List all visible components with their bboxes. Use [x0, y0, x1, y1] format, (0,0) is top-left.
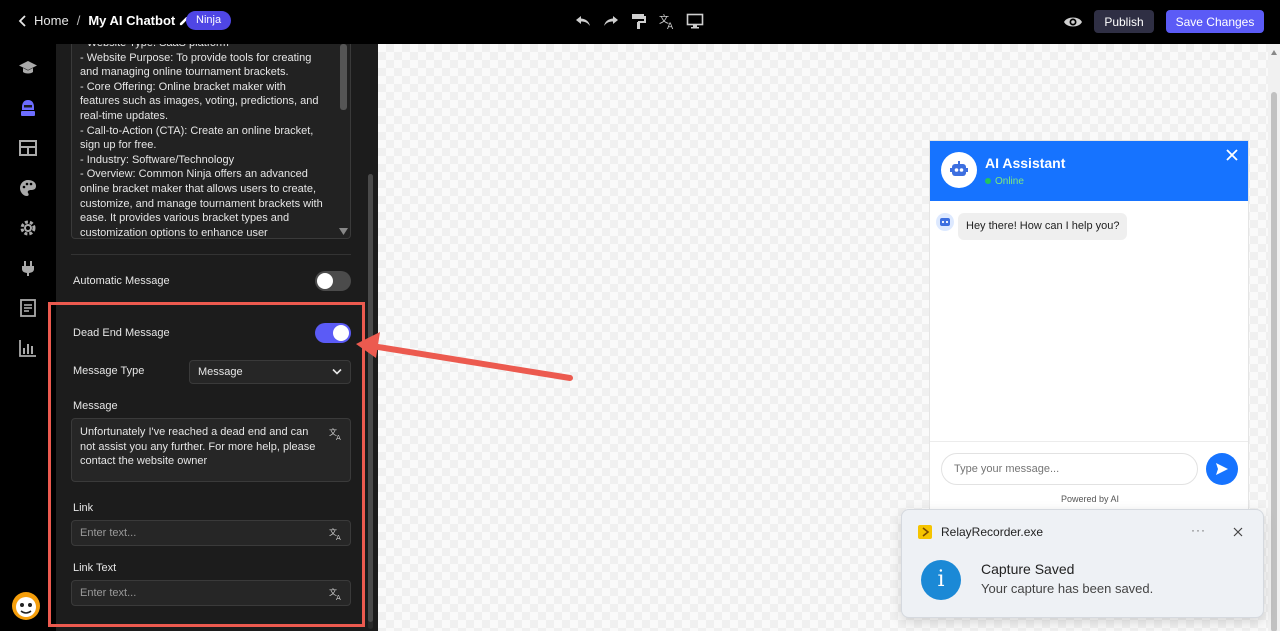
svg-text:A: A: [336, 594, 341, 600]
message-type-value: Message: [198, 366, 243, 378]
canvas-scrollbar[interactable]: [1268, 44, 1280, 631]
message-type-select[interactable]: Message: [189, 360, 351, 384]
dead-end-message-label: Dead End Message: [73, 327, 170, 339]
chevron-down-icon: [332, 368, 342, 375]
graduation-cap-icon[interactable]: [18, 58, 38, 78]
analytics-icon[interactable]: [18, 338, 38, 358]
section-divider: [71, 254, 351, 255]
link-input[interactable]: Enter text... 文A: [71, 520, 351, 546]
dead-end-message-textarea[interactable]: Unfortunately I've reached a dead end an…: [71, 418, 351, 482]
translate-icon[interactable]: 文A: [329, 586, 343, 600]
toast-app-name: RelayRecorder.exe: [941, 525, 1044, 539]
send-icon: [1216, 463, 1228, 475]
message-label: Message: [73, 400, 118, 412]
scroll-up-arrow-icon[interactable]: [1271, 50, 1277, 55]
eye-icon[interactable]: [1063, 12, 1083, 32]
bot-avatar: [941, 152, 977, 188]
desktop-preview-icon[interactable]: [686, 12, 704, 30]
description-scrollbar[interactable]: [340, 44, 347, 110]
paint-format-icon[interactable]: [630, 12, 648, 30]
save-changes-button[interactable]: Save Changes: [1166, 10, 1264, 33]
automatic-message-toggle[interactable]: [315, 271, 351, 291]
toast-body: Your capture has been saved.: [981, 581, 1154, 596]
dead-end-message-toggle[interactable]: [315, 323, 351, 343]
automatic-message-label: Automatic Message: [73, 275, 170, 287]
online-dot: [985, 178, 991, 184]
close-icon[interactable]: [1226, 149, 1238, 161]
link-text-placeholder: Enter text...: [80, 587, 137, 599]
app-icon: [918, 525, 932, 539]
svg-text:A: A: [336, 534, 341, 540]
robot-icon: [940, 218, 950, 226]
link-text-input[interactable]: Enter text... 文A: [71, 580, 351, 606]
link-placeholder: Enter text...: [80, 527, 137, 539]
chat-message-input[interactable]: [941, 453, 1198, 485]
breadcrumb-separator: /: [76, 13, 81, 28]
form-icon[interactable]: [18, 298, 38, 318]
breadcrumb: Home / My AI Chatbot: [16, 13, 190, 28]
svg-text:A: A: [336, 434, 341, 440]
redo-icon[interactable]: [602, 12, 620, 30]
palette-icon[interactable]: [18, 178, 38, 198]
message-type-label: Message Type: [73, 365, 145, 377]
editor-toolbar: 文A: [574, 12, 704, 32]
chat-status-text: Online: [995, 176, 1024, 187]
translate-icon[interactable]: 文A: [329, 526, 343, 540]
user-avatar[interactable]: [12, 592, 40, 620]
chat-header: AI Assistant Online: [930, 141, 1248, 201]
undo-icon[interactable]: [574, 12, 592, 30]
dead-end-message-text: Unfortunately I've reached a dead end an…: [80, 426, 316, 468]
settings-panel: - Website Type: SaaS platform - Website …: [56, 44, 378, 631]
sidebar-rail: [0, 44, 56, 631]
chat-widget: AI Assistant Online Hey there! How can I…: [929, 140, 1249, 518]
link-label: Link: [73, 502, 94, 514]
chevron-left-icon[interactable]: [16, 14, 30, 28]
website-description-textarea[interactable]: - Website Type: SaaS platform - Website …: [71, 44, 351, 239]
info-icon: i: [921, 560, 961, 600]
top-bar: Home / My AI Chatbot Ninja 文A Publish Sa…: [0, 0, 1280, 44]
chat-status: Online: [985, 176, 1024, 187]
translate-icon[interactable]: 文A: [658, 12, 676, 32]
close-icon[interactable]: [1233, 527, 1243, 537]
chat-input-divider: [930, 441, 1248, 442]
ninja-icon[interactable]: [18, 98, 38, 118]
plan-badge: Ninja: [186, 11, 232, 30]
widget-title[interactable]: My AI Chatbot: [88, 13, 175, 28]
panel-scroll-thumb[interactable]: [368, 174, 373, 622]
powered-by-text: Powered by AI: [1060, 494, 1120, 504]
settings-icon[interactable]: [18, 218, 38, 238]
plug-icon[interactable]: [18, 258, 38, 278]
link-text-label: Link Text: [73, 562, 117, 574]
website-description-text: - Website Type: SaaS platform - Website …: [80, 44, 323, 239]
translate-icon[interactable]: 文A: [329, 426, 343, 440]
svg-text:A: A: [667, 22, 674, 30]
send-button[interactable]: [1206, 453, 1238, 485]
canvas-scroll-thumb[interactable]: [1271, 92, 1277, 631]
bot-greeting-message: Hey there! How can I help you?: [958, 213, 1128, 240]
app-window: Home / My AI Chatbot Ninja 文A Publish Sa…: [0, 0, 1280, 631]
scroll-down-arrow-icon[interactable]: [339, 228, 348, 235]
layout-icon[interactable]: [18, 138, 38, 158]
toast-title: Capture Saved: [981, 561, 1075, 577]
home-link[interactable]: Home: [34, 13, 69, 28]
chat-title: AI Assistant: [985, 155, 1066, 171]
notification-toast[interactable]: RelayRecorder.exe ··· i Capture Saved Yo…: [901, 509, 1264, 618]
robot-icon: [950, 161, 968, 176]
bot-message-avatar: [936, 213, 954, 231]
toast-more-button[interactable]: ···: [1191, 523, 1206, 537]
publish-button[interactable]: Publish: [1094, 10, 1154, 33]
